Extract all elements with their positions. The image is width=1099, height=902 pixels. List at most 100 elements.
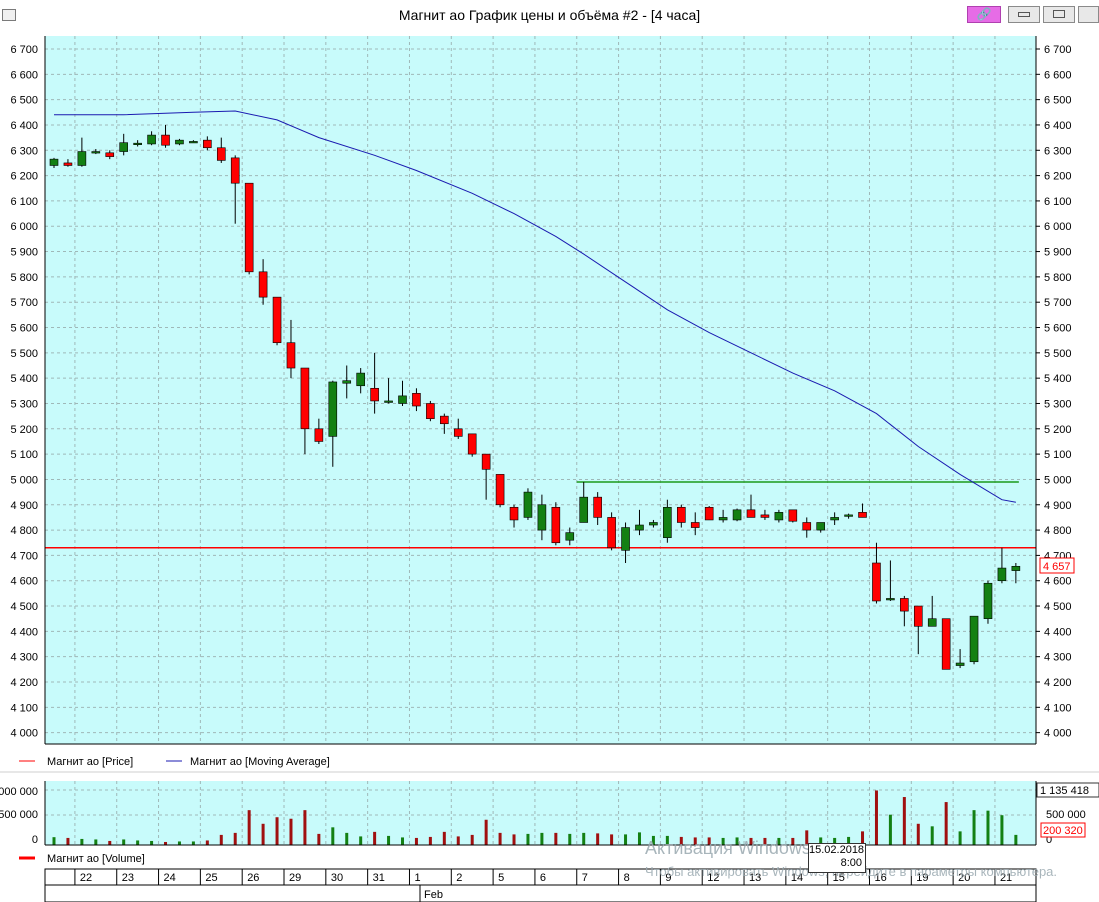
candle-body — [426, 403, 435, 419]
price-tick-left: 5 900 — [10, 247, 38, 259]
x-day-label: 6 — [540, 872, 546, 884]
candle — [969, 615, 979, 665]
price-tick-right: 5 800 — [1044, 272, 1072, 284]
candle-body — [398, 395, 407, 404]
price-tick-left: 4 600 — [10, 576, 38, 588]
pin-button[interactable]: 🔗 — [967, 6, 1001, 23]
candle — [551, 502, 561, 546]
volume-bar — [568, 833, 572, 845]
vol-tick-left: 1 000 000 — [0, 786, 38, 798]
volume-bar — [902, 797, 906, 845]
activation-watermark-title: Активация Windows — [645, 838, 811, 858]
price-tick-left: 5 800 — [10, 272, 38, 284]
price-tick-right: 6 700 — [1044, 44, 1072, 56]
price-tick-right: 5 200 — [1044, 424, 1072, 436]
x-day-label: 26 — [247, 872, 259, 884]
volume-bar — [52, 837, 56, 845]
minimize-icon — [1018, 12, 1030, 17]
candle-body — [300, 367, 310, 430]
maximize-icon — [1053, 10, 1065, 18]
candle-body — [147, 134, 156, 145]
candle — [983, 580, 993, 624]
close-button[interactable] — [1078, 6, 1099, 23]
candle-body — [286, 342, 296, 369]
candle-body — [356, 372, 365, 387]
volume-bar — [512, 834, 516, 845]
legend-ma-label: Магнит ао [Moving Average] — [190, 756, 330, 768]
x-day-label: 2 — [456, 872, 462, 884]
candle-body — [384, 400, 393, 403]
candle-body — [579, 496, 589, 523]
volume-bar — [303, 810, 307, 845]
candle-body — [635, 524, 644, 531]
price-tick-right: 4 900 — [1044, 500, 1072, 512]
price-tick-right: 5 100 — [1044, 449, 1072, 461]
chart-area[interactable]: 6 7006 6006 5006 4006 3006 2006 1006 000… — [0, 31, 1099, 902]
volume-bar — [874, 790, 878, 845]
volume-bar — [177, 841, 181, 845]
legend-price-label: Магнит ао [Price] — [47, 756, 133, 768]
candle-body — [49, 158, 59, 166]
candle — [495, 474, 505, 508]
price-tick-left: 6 200 — [10, 171, 38, 183]
price-tick-left: 4 300 — [10, 652, 38, 664]
volume-bar — [958, 831, 962, 845]
legend-volume-label: Магнит ао [Volume] — [47, 853, 145, 865]
price-tick-left: 5 700 — [10, 297, 38, 309]
candle-body — [509, 506, 519, 521]
candle-body — [774, 512, 784, 521]
candle-body — [913, 605, 923, 627]
volume-bar — [373, 831, 377, 845]
candle-body — [314, 428, 324, 442]
price-tick-left: 4 400 — [10, 626, 38, 638]
price-tick-left: 6 600 — [10, 69, 38, 81]
price-tick-right: 6 400 — [1044, 120, 1072, 132]
candle-body — [189, 141, 198, 144]
volume-bar — [916, 823, 920, 845]
minimize-button[interactable] — [1008, 6, 1040, 23]
vol-tick-left: 500 000 — [0, 809, 38, 821]
x-day-label: 30 — [331, 872, 343, 884]
candle-body — [830, 517, 839, 521]
price-tick-right: 6 300 — [1044, 145, 1072, 157]
price-tick-left: 4 100 — [10, 702, 38, 714]
volume-y-axis-left: 1 000 000 500 000 0 — [0, 786, 38, 846]
volume-bar — [401, 837, 404, 845]
vol-tick-left: 0 — [32, 834, 38, 846]
maximize-button[interactable] — [1043, 6, 1075, 23]
candle-body — [997, 567, 1007, 582]
candle-body — [481, 453, 491, 470]
candle-body — [844, 514, 853, 517]
candle — [426, 400, 435, 422]
candle-body — [663, 506, 672, 538]
volume-bar — [888, 814, 892, 845]
x-day-label: 22 — [80, 872, 92, 884]
price-tick-right: 4 200 — [1044, 677, 1072, 689]
candle-body — [886, 598, 895, 601]
candle-body — [119, 142, 128, 152]
volume-bar — [554, 832, 558, 845]
candle-body — [621, 527, 630, 551]
x-day-label: 8 — [624, 872, 630, 884]
candle-body — [565, 532, 575, 541]
price-tick-right: 5 500 — [1044, 348, 1072, 360]
price-tick-right: 5 600 — [1044, 323, 1072, 335]
volume-bar — [136, 840, 140, 845]
volume-bar — [387, 835, 391, 845]
price-tick-right: 6 200 — [1044, 171, 1072, 183]
volume-bar — [191, 841, 195, 845]
candle-body — [900, 598, 909, 612]
price-tick-right: 4 400 — [1044, 626, 1072, 638]
candle-body — [175, 139, 184, 145]
volume-bar — [637, 832, 641, 845]
price-tick-right: 4 500 — [1044, 601, 1072, 613]
candle-body — [983, 582, 993, 620]
volume-bar — [233, 832, 237, 845]
candle-body — [495, 474, 505, 506]
price-tick-left: 5 500 — [10, 348, 38, 360]
volume-bar — [1000, 815, 1004, 845]
x-day-label: 5 — [498, 872, 504, 884]
candle — [467, 433, 477, 457]
candle-body — [342, 380, 352, 384]
volume-bar — [261, 823, 265, 845]
